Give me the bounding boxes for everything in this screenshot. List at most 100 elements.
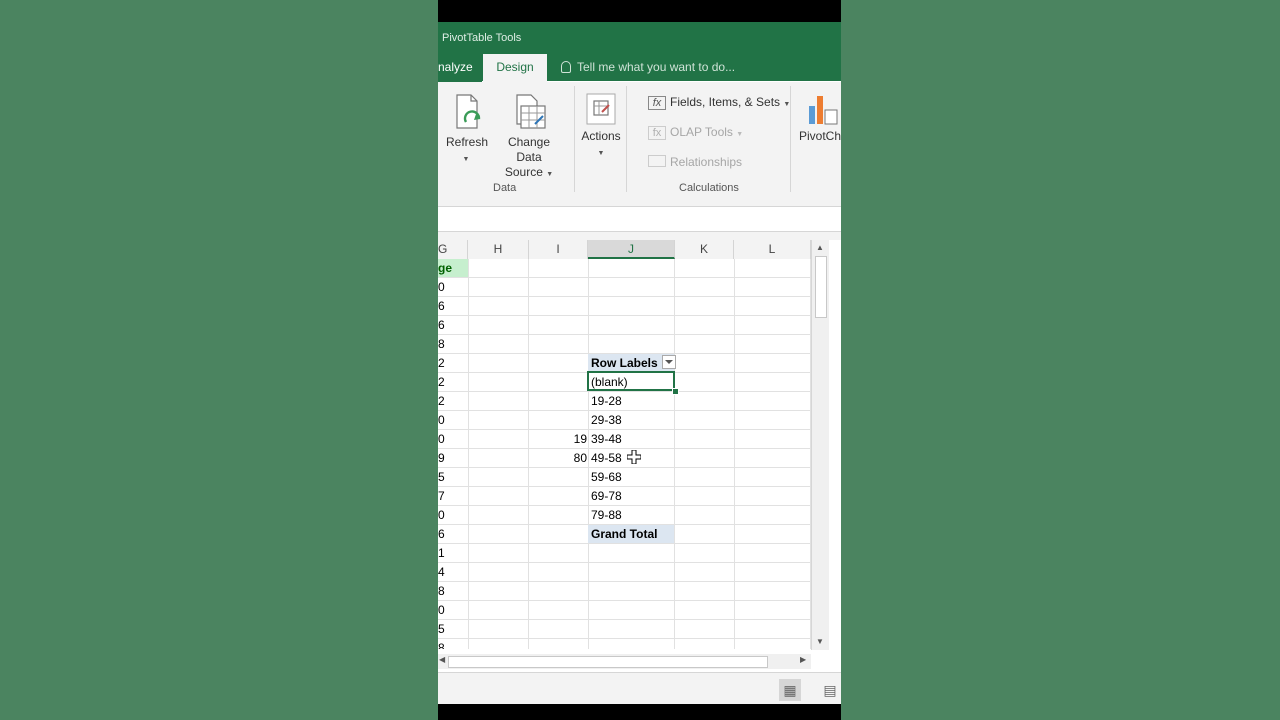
column-header-j[interactable]: J	[588, 240, 675, 259]
pivotchart-button[interactable]: PivotCh	[799, 92, 841, 144]
cell-g[interactable]: 7	[438, 487, 468, 505]
table-row: 5	[438, 620, 811, 639]
table-row: 0 29-38	[438, 411, 811, 430]
table-row: 6	[438, 297, 811, 316]
column-header-g[interactable]: G	[438, 240, 468, 259]
refresh-button[interactable]: Refresh ▼	[446, 92, 489, 164]
cell-g[interactable]: 0	[438, 430, 468, 448]
context-tab-label: PivotTable Tools	[442, 32, 522, 44]
tell-me-box[interactable]: Tell me what you want to do...	[561, 54, 735, 82]
fields-items-sets-button[interactable]: fx Fields, Items, & Sets ▼	[648, 95, 790, 110]
actions-icon	[586, 93, 616, 125]
cell-g[interactable]: 0	[438, 601, 468, 619]
tab-analyze[interactable]: nalyze	[438, 54, 482, 82]
column-header-k[interactable]: K	[675, 240, 734, 259]
cell-g[interactable]: 6	[438, 525, 468, 543]
pivot-row-label[interactable]: 39-48	[588, 430, 674, 448]
table-row: 7 69-78	[438, 487, 811, 506]
pivot-row-label[interactable]: 69-78	[588, 487, 674, 505]
cell-g-header[interactable]: ge	[438, 259, 468, 277]
vertical-scroll-thumb[interactable]	[815, 256, 827, 318]
scroll-right-icon[interactable]: ▶	[800, 655, 806, 664]
cell-g[interactable]: 2	[438, 373, 468, 391]
table-row: 8	[438, 639, 811, 649]
vertical-scrollbar[interactable]: ▲ ▼	[811, 240, 829, 650]
table-row: ge	[438, 259, 811, 278]
scroll-up-icon[interactable]: ▲	[814, 242, 826, 254]
tab-design[interactable]: Design	[483, 54, 547, 82]
active-cell-selection	[587, 371, 675, 391]
refresh-label: Refresh	[446, 135, 489, 149]
table-row: 8	[438, 582, 811, 601]
cell-g[interactable]: 6	[438, 316, 468, 334]
formula-bar[interactable]	[438, 206, 841, 232]
cell-g[interactable]: 1	[438, 544, 468, 562]
group-label-data: Data	[493, 182, 517, 194]
table-row: 4	[438, 563, 811, 582]
relationships-button[interactable]: Relationships	[648, 155, 742, 169]
cell-g[interactable]: 8	[438, 335, 468, 353]
cell-i[interactable]: 19	[529, 430, 587, 448]
filter-dropdown-icon[interactable]	[661, 355, 676, 369]
cell-g[interactable]: 4	[438, 563, 468, 581]
worksheet-grid[interactable]: ge 0 6 6 8 2 Row Labels 2 (blank) 2 19-2…	[438, 259, 811, 649]
scroll-left-icon[interactable]: ◀	[439, 655, 445, 664]
table-row: 5 59-68	[438, 468, 811, 487]
relationships-icon	[648, 155, 666, 167]
cell-g[interactable]: 5	[438, 620, 468, 638]
table-row: 9 80 49-58	[438, 449, 811, 468]
column-headers: G H I J K L	[438, 240, 811, 260]
pivotchart-label: PivotCh	[799, 129, 841, 143]
column-header-i[interactable]: I	[529, 240, 588, 259]
lightbulb-icon	[561, 61, 571, 73]
pivot-row-label[interactable]: 79-88	[588, 506, 674, 524]
column-header-l[interactable]: L	[734, 240, 811, 259]
cell-i[interactable]: 80	[529, 449, 587, 467]
cell-g[interactable]: 2	[438, 354, 468, 372]
olap-tools-label: OLAP Tools	[670, 125, 733, 139]
cell-g[interactable]: 6	[438, 297, 468, 315]
change-data-source-icon	[516, 94, 546, 129]
pivot-row-label[interactable]: 19-28	[588, 392, 674, 410]
status-bar: ▦ ▤	[438, 672, 841, 705]
refresh-dropdown-icon: ▼	[462, 156, 470, 163]
pivot-row-label[interactable]: 59-68	[588, 468, 674, 486]
fill-handle[interactable]	[672, 388, 679, 395]
olap-tools-icon: fx	[648, 126, 666, 140]
page-layout-view-icon[interactable]: ▤	[819, 679, 841, 701]
cell-g[interactable]: 2	[438, 392, 468, 410]
cell-g[interactable]: 0	[438, 411, 468, 429]
change-data-label-line2: Source ▼	[504, 165, 554, 179]
pivot-row-labels-header[interactable]: Row Labels	[588, 354, 676, 372]
group-separator	[790, 86, 791, 192]
top-black-bar	[438, 0, 841, 22]
pivot-grand-total[interactable]: Grand Total	[588, 525, 674, 543]
horizontal-scroll-thumb[interactable]	[448, 656, 768, 668]
cell-g[interactable]: 8	[438, 639, 468, 649]
cell-g[interactable]: 9	[438, 449, 468, 467]
cell-cursor-icon	[627, 450, 641, 464]
olap-tools-button[interactable]: fx OLAP Tools ▼	[648, 125, 743, 140]
cell-g[interactable]: 0	[438, 278, 468, 296]
group-label-calculations: Calculations	[679, 182, 739, 194]
actions-label: Actions	[581, 129, 621, 143]
normal-view-icon[interactable]: ▦	[779, 679, 801, 701]
ribbon: Refresh ▼ Change Data Source ▼ Data Acti…	[438, 82, 841, 201]
pivot-row-label[interactable]: 29-38	[588, 411, 674, 429]
actions-dropdown-icon: ▼	[597, 150, 605, 157]
scroll-down-icon[interactable]: ▼	[814, 636, 826, 648]
fields-items-sets-icon: fx	[648, 96, 666, 110]
change-data-source-button[interactable]: Change Data Source ▼	[494, 92, 564, 182]
column-header-h[interactable]: H	[468, 240, 529, 259]
table-row: 0	[438, 278, 811, 297]
group-separator	[574, 86, 575, 192]
bottom-black-bar	[438, 704, 841, 720]
actions-button[interactable]: Actions ▼	[580, 92, 622, 158]
horizontal-scrollbar[interactable]: ◀ ▶	[438, 654, 811, 669]
group-separator	[626, 86, 627, 192]
cell-g[interactable]: 8	[438, 582, 468, 600]
cell-g[interactable]: 0	[438, 506, 468, 524]
cell-g[interactable]: 5	[438, 468, 468, 486]
table-row: 1	[438, 544, 811, 563]
pivotchart-icon	[809, 96, 838, 125]
